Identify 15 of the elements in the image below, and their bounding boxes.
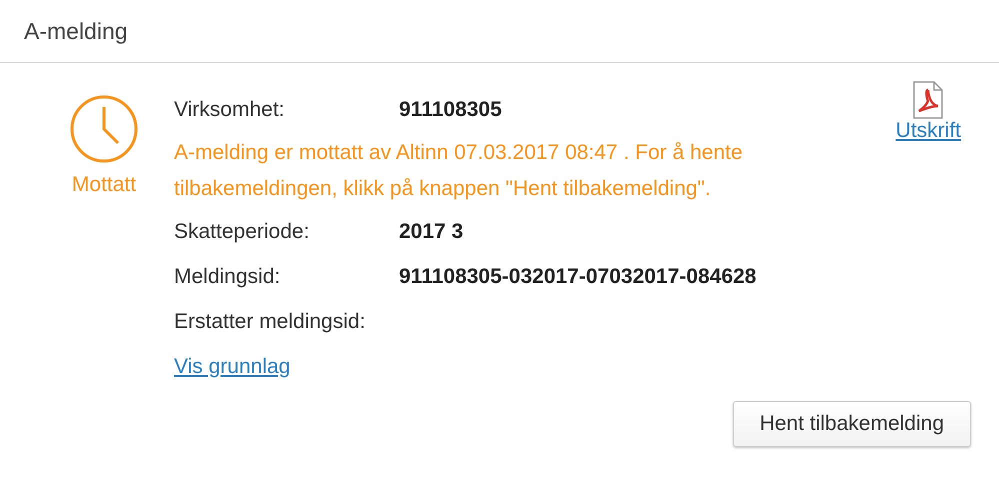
field-value: 911108305 (399, 97, 502, 123)
pdf-icon[interactable] (913, 81, 944, 119)
page-title: A-melding (24, 18, 128, 44)
field-value: 911108305-032017-07032017-084628 (399, 264, 756, 290)
print-link[interactable]: Utskrift (896, 119, 961, 143)
status-message: A-melding er mottatt av Altinn 07.03.2017 08:47 . For å hente tilbakemeldingen, klikk på knappen "Hent tilbakemelding". (174, 140, 744, 202)
show-basis-link[interactable]: Vis grunnlag (174, 352, 290, 382)
status-label: Mottatt (72, 173, 136, 197)
clock-icon (70, 95, 138, 163)
field-label: Erstatter meldingsid: (174, 309, 366, 335)
field-value: 2017 3 (399, 219, 464, 245)
field-label: Skatteperiode: (174, 219, 310, 245)
field-label: Meldingsid: (174, 264, 282, 290)
field-label: Virksomhet: (174, 97, 286, 123)
fetch-feedback-button[interactable]: Hent tilbakemelding (732, 401, 971, 447)
